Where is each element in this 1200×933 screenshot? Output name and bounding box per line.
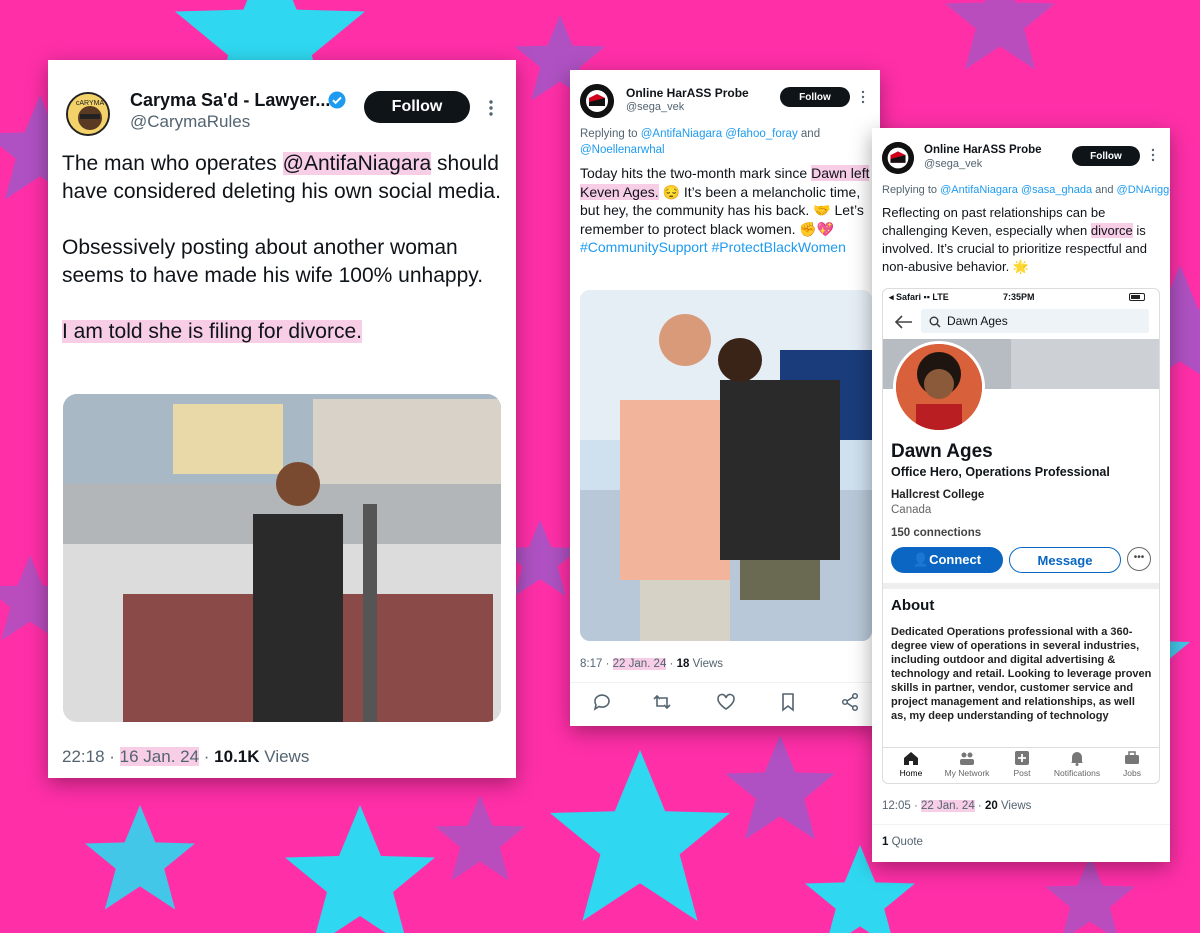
profile-location: Canada — [891, 504, 932, 516]
tweet-time[interactable]: 22:18 — [62, 747, 105, 766]
follow-button[interactable]: Follow — [780, 87, 850, 107]
author-handle[interactable]: @CarymaRules — [130, 112, 250, 132]
profile-name: Dawn Ages — [891, 441, 993, 462]
tweet-text: Today hits the two-month mark since Dawn… — [580, 165, 870, 255]
avatar[interactable]: cARYMA — [66, 92, 110, 136]
reply-mentions[interactable]: @AntifaNiagara @sasa_ghada — [940, 184, 1092, 196]
tweet-actions — [570, 692, 880, 716]
tweet-card-caryma: cARYMA Caryma Sa'd - Lawyer... @CarymaRu… — [48, 60, 516, 778]
author-name[interactable]: Caryma Sa'd - Lawyer... — [130, 90, 330, 111]
nav-post[interactable]: Post — [994, 750, 1050, 778]
author-handle[interactable]: @sega_vek — [626, 101, 684, 113]
section-divider — [883, 583, 1159, 589]
follow-button[interactable]: Follow — [364, 91, 470, 123]
tweet-date[interactable]: 22 Jan. 24 — [612, 658, 667, 670]
about-heading: About — [891, 597, 935, 614]
home-icon — [903, 750, 919, 766]
bookmark-icon[interactable] — [778, 692, 798, 712]
tweet-text: Reflecting on past relationships can be … — [882, 205, 1147, 274]
nav-notifications[interactable]: Notifications — [1049, 750, 1105, 778]
tweet-meta: 22:18 · 16 Jan. 24 · 10.1K Views — [62, 747, 310, 766]
share-icon[interactable] — [840, 692, 860, 712]
reply-mention-last[interactable]: @DNArigge — [1117, 184, 1170, 196]
reply-mention-last[interactable]: @Noellenarwhal — [580, 144, 665, 156]
tweet-meta: 8:17 · 22 Jan. 24 · 18 Views — [580, 658, 724, 670]
connect-button[interactable]: 👤Connect — [891, 547, 1003, 573]
replying-to: Replying to @AntifaNiagara @fahoo_foray … — [580, 128, 821, 156]
author-name[interactable]: Online HarASS Probe — [924, 144, 1042, 156]
phone-status-bar: ◂ Safari ▪▪ LTE 7:35PM — [883, 289, 1159, 307]
more-options-button[interactable]: ••• — [1127, 547, 1151, 571]
nav-home[interactable]: Home — [883, 750, 939, 778]
tweet-meta: 12:05 · 22 Jan. 24 · 20 Views — [882, 800, 1032, 812]
briefcase-icon — [1124, 750, 1140, 766]
nav-my-network[interactable]: My Network — [939, 750, 995, 778]
tweet-photo[interactable] — [580, 290, 872, 641]
profile-connections[interactable]: 150 connections — [891, 527, 981, 539]
mention-link[interactable]: @AntifaNiagara — [282, 152, 432, 175]
views-count: 10.1K — [214, 747, 260, 766]
tweet-date[interactable]: 22 Jan. 24 — [921, 800, 975, 812]
more-icon[interactable] — [860, 90, 866, 104]
search-icon — [929, 315, 941, 328]
tweet-card-harass-probe-1: Online HarASS Probe @sega_vek Follow Rep… — [570, 70, 880, 726]
battery-icon — [1129, 293, 1145, 301]
svg-text:cARYMA: cARYMA — [76, 100, 105, 107]
bell-icon — [1069, 750, 1085, 766]
post-icon — [1014, 750, 1030, 766]
tweet-card-harass-probe-2: Online HarASS Probe @sega_vek Follow Rep… — [872, 128, 1170, 862]
divider — [570, 682, 880, 683]
linkedin-screenshot[interactable]: ◂ Safari ▪▪ LTE 7:35PM Dawn Ages Dawn Ag… — [882, 288, 1160, 784]
back-arrow-icon[interactable] — [894, 315, 913, 329]
like-icon[interactable] — [716, 692, 736, 712]
tweet-date[interactable]: 16 Jan. 24 — [119, 747, 200, 766]
quote-count[interactable]: 1 Quote — [882, 836, 923, 848]
divider — [872, 824, 1170, 825]
profile-headline: Office Hero, Operations Professional — [891, 465, 1110, 479]
follow-button[interactable]: Follow — [1072, 146, 1140, 166]
nav-jobs[interactable]: Jobs — [1104, 750, 1159, 778]
replying-to: Replying to @AntifaNiagara @sasa_ghada a… — [882, 183, 1170, 198]
reply-icon[interactable] — [592, 692, 612, 712]
more-icon[interactable] — [486, 98, 496, 118]
author-handle[interactable]: @sega_vek — [924, 158, 982, 170]
tweet-photo[interactable] — [63, 394, 501, 722]
linkedin-bottom-nav: Home My Network Post Notifications Jobs — [883, 747, 1159, 783]
search-bar: Dawn Ages — [883, 309, 1159, 337]
author-name[interactable]: Online HarASS Probe — [626, 86, 749, 100]
avatar[interactable] — [882, 142, 914, 174]
about-text: Dedicated Operations professional with a… — [891, 626, 1152, 722]
network-icon — [959, 750, 975, 766]
more-icon[interactable] — [1150, 148, 1156, 162]
profile-org[interactable]: Hallcrest College — [891, 489, 984, 501]
message-button[interactable]: Message — [1009, 547, 1121, 573]
search-input[interactable]: Dawn Ages — [921, 309, 1149, 333]
avatar[interactable] — [580, 84, 614, 118]
reply-mentions[interactable]: @AntifaNiagara @fahoo_foray — [641, 128, 798, 140]
views-label: Views — [264, 747, 310, 766]
verified-badge-icon — [328, 91, 346, 109]
hashtags[interactable]: #CommunitySupport #ProtectBlackWomen — [580, 239, 846, 255]
tweet-text: The man who operates @AntifaNiagara shou… — [62, 152, 501, 343]
retweet-icon[interactable] — [652, 692, 672, 712]
profile-photo[interactable] — [893, 341, 985, 433]
